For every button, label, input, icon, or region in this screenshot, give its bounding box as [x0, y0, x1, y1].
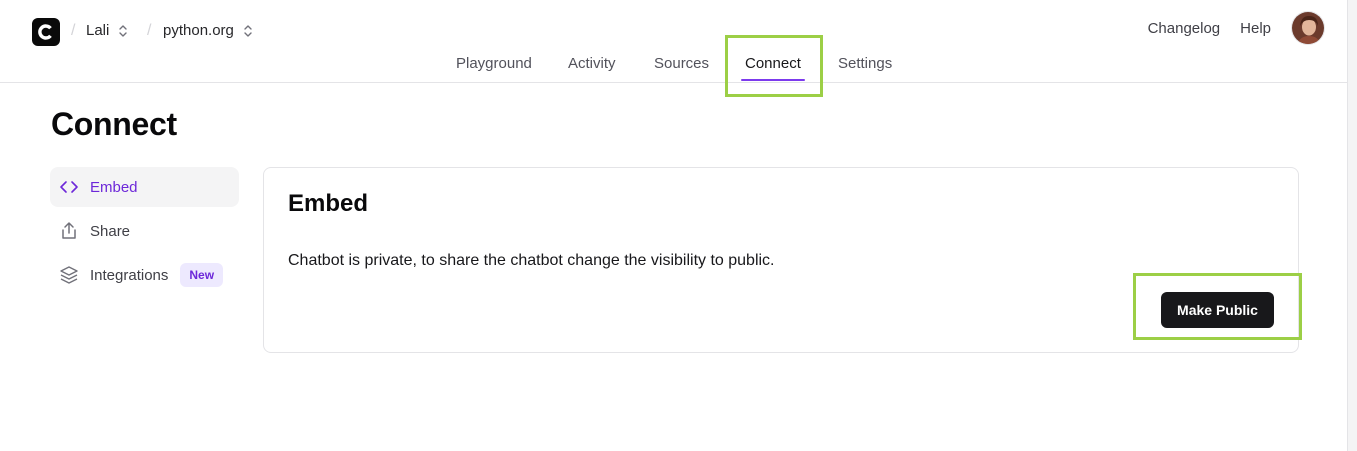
help-link[interactable]: Help: [1240, 20, 1271, 37]
tab-playground[interactable]: Playground: [456, 55, 532, 72]
tab-settings[interactable]: Settings: [838, 55, 892, 72]
share-icon: [59, 221, 79, 241]
sidebar-item-embed[interactable]: Embed: [50, 167, 239, 207]
nav-tabs: Playground Activity Sources Connect Sett…: [0, 55, 1347, 83]
chevron-up-down-icon: [244, 24, 252, 37]
page-title: Connect: [51, 106, 177, 142]
tab-connect[interactable]: Connect: [745, 55, 801, 72]
code-icon: [59, 177, 79, 197]
scrollbar[interactable]: [1347, 0, 1357, 451]
project-name: python.org: [163, 22, 234, 39]
workspace-selector[interactable]: Lali: [86, 22, 129, 39]
visibility-message: Chatbot is private, to share the chatbot…: [288, 252, 775, 269]
avatar[interactable]: [1291, 11, 1325, 45]
connect-sidebar: Embed Share Integrations New: [50, 167, 239, 299]
sidebar-item-label: Embed: [90, 178, 138, 196]
new-badge: New: [180, 263, 224, 287]
project-selector[interactable]: python.org: [163, 22, 254, 39]
card-title: Embed: [288, 190, 369, 217]
sidebar-item-share[interactable]: Share: [50, 211, 239, 251]
sidebar-item-label: Share: [90, 222, 131, 240]
embed-card: Embed Chatbot is private, to share the c…: [263, 167, 1299, 353]
breadcrumb-separator: /: [71, 22, 76, 39]
sidebar-item-label: Integrations: [90, 266, 169, 284]
tab-sources[interactable]: Sources: [654, 55, 709, 72]
make-public-button[interactable]: Make Public: [1161, 292, 1274, 328]
breadcrumb-separator: /: [147, 22, 152, 39]
tab-activity[interactable]: Activity: [568, 55, 616, 72]
changelog-link[interactable]: Changelog: [1148, 20, 1221, 37]
layers-icon: [59, 265, 79, 285]
workspace-name: Lali: [86, 22, 110, 39]
sidebar-item-integrations[interactable]: Integrations New: [50, 255, 239, 295]
top-header: / Lali / python.org Changelog Help Playg…: [0, 0, 1347, 83]
active-tab-indicator: [741, 79, 805, 81]
logo-icon[interactable]: [32, 18, 60, 46]
chevron-up-down-icon: [119, 24, 128, 37]
